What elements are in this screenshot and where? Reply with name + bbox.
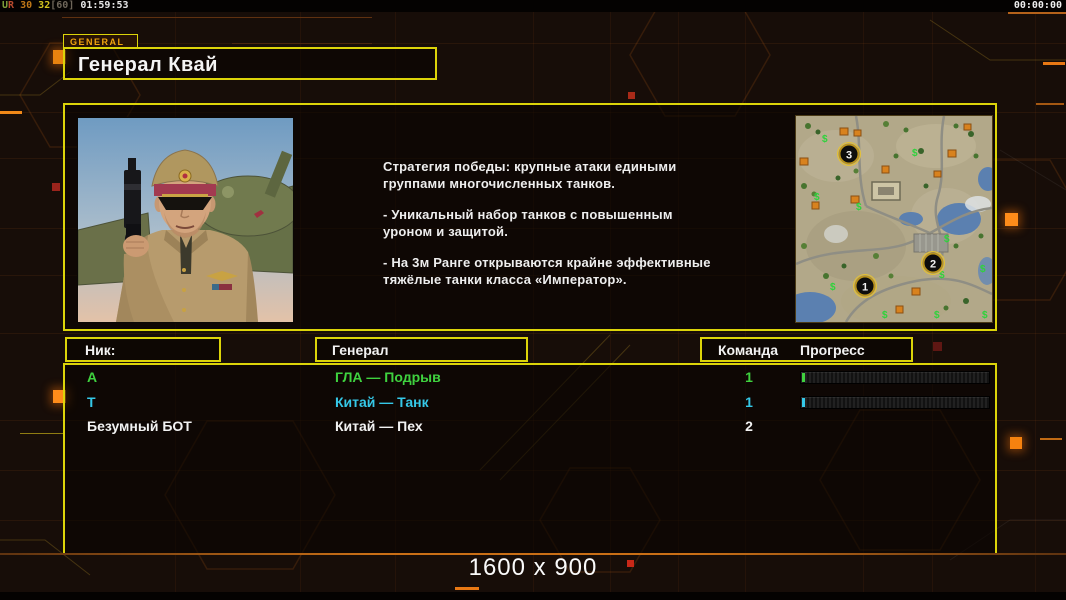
svg-text:$: $ — [912, 148, 918, 159]
svg-text:$: $ — [982, 310, 988, 321]
svg-text:$: $ — [882, 310, 888, 321]
page-title: Генерал Квай — [78, 54, 218, 76]
minimap-start-marker-2: 2 — [921, 251, 945, 275]
team-header-label: Команда — [718, 342, 778, 358]
strategy-description: Стратегия победы: крупные атаки едиными … — [383, 158, 718, 302]
column-header-nick: Ник: — [65, 337, 221, 362]
player-team: 2 — [745, 418, 753, 434]
progress-fill — [802, 373, 805, 382]
top-black-bar — [0, 0, 1066, 12]
progress-bar — [800, 371, 990, 384]
column-header-general: Генерал — [315, 337, 528, 362]
player-nick: T — [87, 394, 96, 410]
minimap-start-marker-1: 1 — [853, 274, 877, 298]
svg-text:$: $ — [934, 310, 940, 321]
strategy-paragraph-2: - Уникальный набор танков с повышенным у… — [383, 207, 673, 239]
player-team: 1 — [745, 369, 753, 385]
strategy-paragraph-3: - На 3м Ранге открываются крайне эффекти… — [383, 255, 711, 287]
svg-text:$: $ — [822, 134, 828, 145]
svg-text:$: $ — [944, 234, 950, 245]
player-row: T Китай — Танк 1 — [65, 394, 995, 418]
general-tab: GENERAL — [63, 34, 138, 48]
player-table: A ГЛА — Подрыв 1 T Китай — Танк 1 Безумн… — [63, 363, 997, 555]
player-row: A ГЛА — Подрыв 1 — [65, 369, 995, 393]
svg-text:$: $ — [856, 202, 862, 213]
svg-text:1: 1 — [862, 282, 868, 294]
player-row: Безумный БОТ Китай — Пех 2 — [65, 418, 995, 442]
fps-average: 32 — [38, 0, 51, 11]
svg-text:3: 3 — [846, 150, 852, 162]
svg-text:2: 2 — [930, 259, 936, 271]
player-general: ГЛА — Подрыв — [335, 369, 441, 385]
bottom-black-bar — [0, 592, 1066, 600]
nick-header-label: Ник: — [85, 342, 116, 358]
fps-cap: [60] — [50, 0, 75, 11]
progress-bar — [800, 396, 990, 409]
progress-header-label: Прогресс — [800, 342, 865, 358]
general-portrait — [77, 117, 294, 323]
player-nick: A — [87, 369, 98, 385]
progress-fill — [802, 398, 805, 407]
minimap: $$$ $$$ $$ $ $$ 3 2 1 — [795, 115, 993, 323]
clock-time: 01:59:53 — [80, 0, 129, 11]
minimap-start-marker-3: 3 — [837, 142, 861, 166]
resolution-label: 1600 x 900 — [468, 554, 598, 581]
player-nick: Безумный БОТ — [87, 418, 192, 434]
general-header-label: Генерал — [332, 342, 389, 358]
player-general: Китай — Пех — [335, 418, 423, 434]
svg-text:$: $ — [830, 282, 836, 293]
player-general: Китай — Танк — [335, 394, 429, 410]
fps-current: 30 — [20, 0, 33, 11]
title-box: Генерал Квай — [63, 47, 437, 80]
loading-screen: UR 30 32[60] 01:59:53 00:00:00 GENERAL Г… — [0, 0, 1066, 600]
match-timer: 00:00:00 — [1013, 0, 1062, 11]
strategy-paragraph-1: Стратегия победы: крупные атаки едиными … — [383, 159, 677, 191]
svg-text:$: $ — [980, 264, 986, 275]
svg-text:$: $ — [814, 192, 820, 203]
player-team: 1 — [745, 394, 753, 410]
fps-clock-overlay: UR 30 32[60] 01:59:53 — [2, 0, 129, 11]
column-header-team-progress: Команда Прогресс — [700, 337, 913, 362]
